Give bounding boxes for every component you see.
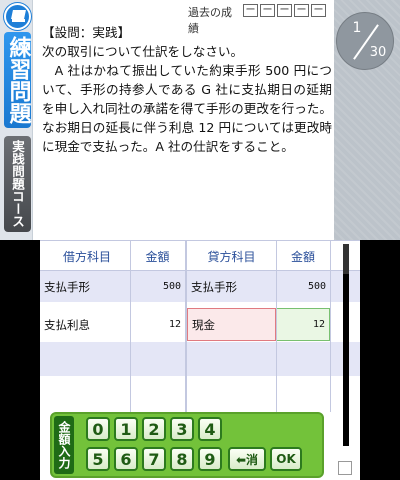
key-4[interactable]: 4: [198, 417, 222, 441]
debit-amount-cell[interactable]: 500: [130, 271, 185, 302]
journal-header: 借方科目 金額 貸方科目 金額: [40, 240, 360, 271]
delete-button[interactable]: ⬅消: [228, 447, 266, 471]
key-7[interactable]: 7: [142, 447, 166, 471]
column-divider: [330, 240, 331, 412]
keypad-label: 金額入力: [54, 416, 74, 474]
credit-account-cell[interactable]: 支払手形: [187, 271, 276, 302]
history-mark: ー: [277, 4, 292, 17]
column-divider: [130, 240, 131, 412]
question-body: A 社はかねて振出していた約束手形 500 円について、手形の持参人である G …: [42, 63, 332, 154]
scrollbar-track[interactable]: [343, 244, 349, 446]
bottom-screen: 借方科目 金額 貸方科目 金額 支払手形 500 支払手形 500 支払利息 1…: [40, 240, 360, 480]
header-debit-account: 借方科目: [62, 250, 111, 264]
key-5[interactable]: 5: [86, 447, 110, 471]
journal-row: 支払利息 12 現金 12: [40, 307, 360, 342]
journal-row-empty[interactable]: [40, 376, 360, 410]
column-divider: [276, 240, 277, 412]
history-mark: ー: [311, 4, 326, 17]
debit-account-cell[interactable]: 支払手形: [40, 271, 130, 302]
key-3[interactable]: 3: [170, 417, 194, 441]
key-9[interactable]: 9: [198, 447, 222, 471]
amount-keypad: 金額入力 0 1 2 3 4 5 6 7 8 9 ⬅消 OK: [50, 412, 324, 478]
app-logo-icon: [4, 3, 31, 30]
page-total: 30: [369, 45, 387, 60]
ok-button[interactable]: OK: [270, 447, 302, 471]
scrollbar-thumb[interactable]: [343, 244, 349, 274]
history-mark: ー: [243, 4, 258, 17]
history-mark: ー: [294, 4, 309, 17]
column-divider: [185, 240, 187, 412]
question-tag: 【設問：実践】: [42, 25, 131, 40]
journal-row-empty[interactable]: [40, 342, 360, 376]
credit-amount-cell[interactable]: 500: [276, 271, 330, 302]
mode-sidebar: 練習問題 実践問題コース: [0, 0, 33, 240]
header-credit-amount: 金額: [290, 250, 315, 264]
history-marks: ー ー ー ー ー: [243, 4, 326, 17]
history-mark: ー: [260, 4, 275, 17]
credit-amount-cell-active[interactable]: 12: [276, 308, 330, 341]
question-text: 【設問：実践】 次の取引について仕訳をしなさい。 A 社はかねて振出していた約束…: [42, 23, 332, 156]
journal-row: 支払手形 500 支払手形 500: [40, 271, 360, 302]
checkbox[interactable]: [338, 461, 352, 475]
key-8[interactable]: 8: [170, 447, 194, 471]
debit-account-cell[interactable]: 支払利息: [40, 307, 130, 342]
key-1[interactable]: 1: [114, 417, 138, 441]
mode-label: 練習問題: [4, 32, 31, 128]
key-2[interactable]: 2: [142, 417, 166, 441]
question-title: 次の取引について仕訳をしなさい。: [42, 44, 244, 59]
header-credit-account: 貸方科目: [207, 250, 256, 264]
page-current: 1: [352, 20, 362, 36]
debit-amount-cell[interactable]: 12: [130, 307, 185, 342]
bottom-border-left: [0, 240, 40, 480]
course-label: 実践問題コース: [4, 136, 31, 232]
bottom-border-right: [360, 240, 400, 480]
key-6[interactable]: 6: [114, 447, 138, 471]
key-0[interactable]: 0: [86, 417, 110, 441]
top-screen: 練習問題 実践問題コース 過去の成績 ー ー ー ー ー 【設問：実践】 次の取…: [0, 0, 400, 240]
header-debit-amount: 金額: [145, 250, 170, 264]
page-indicator: 1 30: [336, 12, 394, 70]
credit-account-cell-selected[interactable]: 現金: [187, 308, 276, 341]
